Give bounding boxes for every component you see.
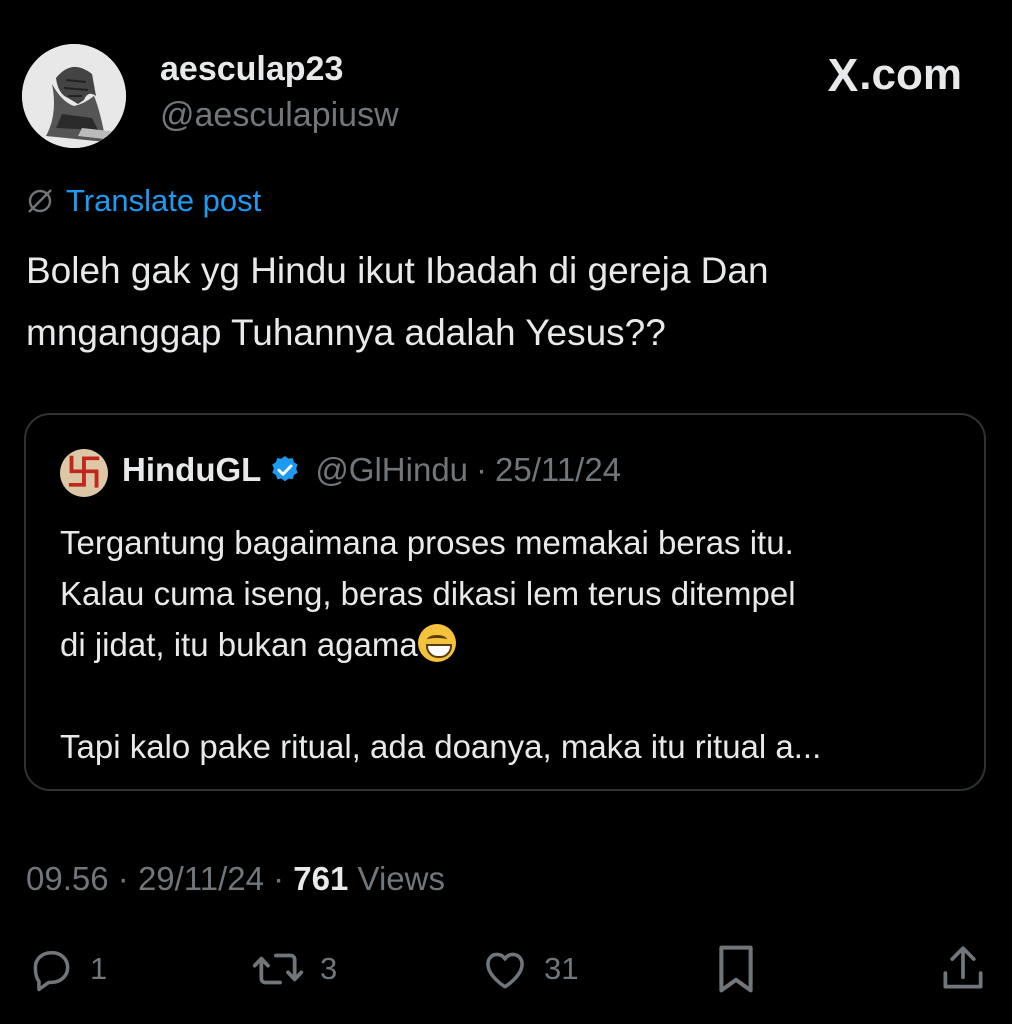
bookmark-icon [719,945,753,993]
quoted-author-name[interactable]: HinduGL [122,451,261,489]
post-screenshot: aesculap23 @aesculapiusw X .com Translate… [0,0,1012,1024]
quoted-author-handle[interactable]: @GlHindu [315,451,468,489]
brand-suffix: .com [859,50,962,99]
author-handle[interactable]: @aesculapiusw [160,96,399,135]
quoted-post-header: HinduGL @GlHindu · 25/11/24 [122,451,621,489]
translate-label: Translate post [66,183,262,218]
quoted-text-line: di jidat, itu bukan agama [60,626,418,663]
reply-button[interactable]: 1 [26,944,107,994]
views-label: Views [357,860,445,897]
quoted-post-card[interactable]: 卐 HinduGL @GlHindu · 25/11/24 Tergantung… [24,413,986,791]
author-avatar[interactable] [22,44,126,148]
repost-button[interactable]: 3 [250,944,337,994]
quoted-post-text: Tergantung bagaimana proses memakai bera… [60,517,960,772]
like-count: 31 [544,951,579,986]
repost-count: 3 [320,951,338,986]
post-meta: 09.56 · 29/11/24 · 761 Views [26,860,445,898]
repost-arrows-icon [252,953,304,985]
post-date[interactable]: 29/11/24 [138,860,264,897]
views-count: 761 [293,860,349,897]
quoted-text-line: Tapi kalo pake ritual, ada doanya, maka … [60,728,822,765]
reply-bubble-icon [33,950,70,992]
share-button[interactable] [938,942,988,996]
quoted-text-line: Tergantung bagaimana proses memakai bera… [60,524,794,561]
quoted-separator: · [476,451,488,488]
grinning-face-emoji-icon [417,624,456,662]
meta-separator: · [273,860,285,897]
quoted-text-line: Kalau cuma iseng, beras dikasi lem terus… [60,575,796,612]
quoted-date: 25/11/24 [495,451,622,488]
quoted-text-line-with-emoji: di jidat, itu bukan agama [60,619,960,670]
globe-slash-icon [28,189,52,213]
like-button[interactable]: 31 [480,944,578,994]
heart-icon [486,952,524,989]
reply-count: 1 [90,951,108,986]
quoted-text-line [60,670,960,721]
post-text-line: Boleh gak yg Hindu ikut Ibadah di gereja… [26,250,769,291]
verified-badge-icon [272,456,298,482]
quoted-author-avatar[interactable]: 卐 [60,449,108,497]
action-bar: 1 3 31 [0,940,1012,1000]
x-logo-icon: X [827,49,859,101]
bookmark-button[interactable] [712,942,760,996]
swastika-avatar-glyph: 卐 [65,452,102,493]
translate-post-link[interactable]: Translate post [26,183,261,219]
x-brand-logo: X .com [828,48,962,102]
share-upload-icon [943,946,983,989]
post-text: Boleh gak yg Hindu ikut Ibadah di gereja… [26,240,976,364]
post-text-line: mnganggap Tuhannya adalah Yesus?? [26,312,666,353]
post-time[interactable]: 09.56 [26,860,109,897]
meta-separator: · [117,860,129,897]
author-name[interactable]: aesculap23 [160,50,343,89]
profile-sketch-avatar-icon [22,44,126,148]
